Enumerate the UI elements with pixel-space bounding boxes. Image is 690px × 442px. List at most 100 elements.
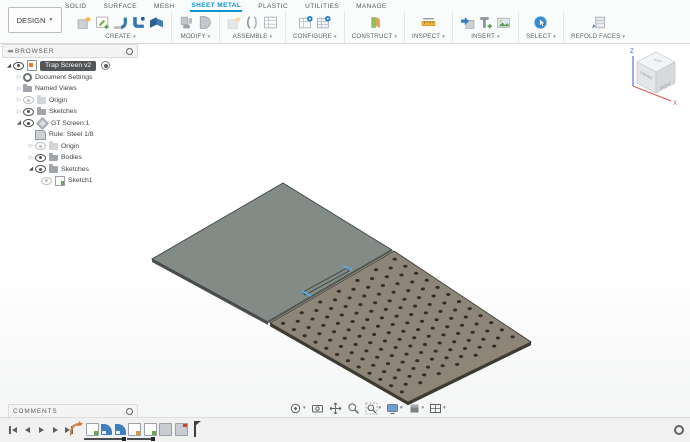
expand-icon[interactable]: ▷ — [27, 155, 35, 161]
create-dropdown[interactable]: CREATE — [105, 33, 136, 40]
chevron-down-icon: ▾ — [421, 405, 425, 411]
go-to-start-button[interactable] — [8, 424, 18, 435]
browser-gear-icon[interactable] — [126, 47, 133, 55]
expand-icon[interactable]: ◢ — [27, 166, 35, 172]
refold-faces-icon[interactable] — [591, 15, 606, 30]
bom-table-icon[interactable] — [263, 15, 278, 30]
construction-plane-icon[interactable] — [367, 15, 382, 30]
visibility-eye-icon[interactable] — [23, 107, 34, 116]
grid-settings-button[interactable]: ▾ — [406, 401, 427, 416]
design-workspace-menu[interactable]: DESIGN ▼ — [8, 7, 62, 33]
joint-icon[interactable] — [245, 15, 260, 30]
group-assemble: ASSEMBLE — [220, 12, 286, 43]
visibility-eye-icon[interactable] — [35, 142, 46, 151]
expand-icon[interactable]: ◢ — [15, 120, 23, 126]
tab-solid[interactable]: SOLID — [64, 1, 88, 11]
timeline-feature-sketch[interactable] — [128, 422, 141, 436]
timeline-feature-body[interactable] — [159, 422, 172, 436]
visibility-eye-icon[interactable] — [23, 119, 34, 128]
flange-icon[interactable] — [113, 15, 128, 30]
step-forward-button[interactable] — [50, 424, 60, 435]
tab-mesh[interactable]: MESH — [153, 1, 175, 11]
form-tool-icon[interactable] — [179, 15, 194, 30]
zoom-button[interactable] — [345, 401, 362, 416]
refold-faces-dropdown[interactable]: REFOLD FACES — [571, 33, 625, 40]
tree-item-sketch1[interactable]: Sketch1 — [2, 175, 138, 187]
insert-derive-icon[interactable] — [460, 15, 475, 30]
tree-item-sketches[interactable]: ▷ Sketches — [2, 106, 138, 118]
tree-item-gt-screen[interactable]: ◢ GT Screen:1 — [2, 117, 138, 130]
select-dropdown[interactable]: SELECT — [526, 33, 556, 40]
comments-gear-icon[interactable] — [126, 407, 133, 415]
tree-item-bodies[interactable]: ▷ Bodies — [2, 152, 138, 164]
timeline-feature-sketch[interactable] — [85, 422, 99, 436]
timeline-feature-cut[interactable] — [174, 422, 188, 436]
insert-dropdown[interactable]: INSERT — [471, 33, 500, 40]
tree-item-sheet-metal-rule[interactable]: Rule: Steel 1/8 — [2, 129, 138, 141]
tree-item-origin-child[interactable]: ▷ Origin — [2, 141, 138, 153]
tab-surface[interactable]: SURFACE — [103, 1, 139, 11]
tab-plastic[interactable]: PLASTIC — [257, 1, 289, 11]
assemble-dropdown[interactable]: ASSEMBLE — [233, 33, 273, 40]
insert-image-icon[interactable] — [496, 15, 511, 30]
tree-item-named-views[interactable]: ▷ Named Views — [2, 83, 138, 95]
tree-item-origin[interactable]: ▷ Origin — [2, 95, 138, 107]
gear-icon — [23, 72, 32, 82]
tree-item-sketches-child[interactable]: ◢ Sketches — [2, 164, 138, 176]
visibility-eye-icon[interactable] — [41, 176, 52, 185]
unfold-icon[interactable] — [197, 15, 212, 30]
viewports-button[interactable]: ▾ — [427, 401, 448, 416]
fit-button[interactable]: ▾ — [363, 401, 384, 416]
expand-icon[interactable]: ▷ — [15, 109, 23, 115]
display-settings-button[interactable]: ▾ — [384, 401, 405, 416]
tree-item-document-settings[interactable]: ▷ Document Settings — [2, 72, 138, 84]
configuration-insert-icon[interactable] — [316, 15, 331, 30]
create-sketch-icon[interactable] — [95, 15, 110, 30]
comments-header[interactable]: COMMENTS — [8, 404, 138, 418]
timeline-feature-flange[interactable] — [114, 423, 126, 435]
timeline-feature-sketch[interactable] — [143, 422, 157, 436]
expand-icon[interactable]: ▷ — [27, 143, 35, 149]
activate-component-radio[interactable] — [101, 61, 111, 71]
timeline-feature-flange[interactable] — [101, 423, 112, 435]
bend-icon[interactable] — [149, 15, 164, 30]
play-button[interactable] — [36, 424, 46, 435]
view-cube[interactable]: Z X TOP FRONT RIGHT — [624, 44, 688, 110]
inspect-dropdown[interactable]: INSPECT — [412, 33, 445, 40]
expand-icon[interactable]: ◢ — [5, 63, 13, 69]
look-at-button[interactable] — [309, 401, 326, 416]
configure-dropdown[interactable]: CONFIGURE — [293, 33, 337, 40]
expand-icon[interactable]: ▷ — [15, 74, 23, 80]
timeline-position-marker[interactable] — [194, 421, 201, 437]
expand-icon[interactable]: ▷ — [15, 86, 23, 92]
folder-icon — [23, 83, 32, 92]
orbit-button[interactable]: ▾ — [287, 401, 308, 416]
visibility-eye-icon[interactable] — [13, 61, 24, 70]
tab-sheet-metal[interactable]: SHEET METAL — [190, 0, 243, 12]
tree-item-root-component[interactable]: ◢ Trap Screen v2 — [2, 60, 138, 72]
visibility-eye-icon[interactable] — [23, 96, 34, 105]
new-component-icon[interactable] — [77, 15, 92, 30]
settings-gear-icon[interactable] — [674, 425, 684, 435]
timeline-feature-derive[interactable] — [70, 422, 83, 436]
new-component-ghost-icon[interactable] — [227, 15, 242, 30]
collapse-panel-icon[interactable]: ◂◂ — [7, 47, 13, 55]
tab-utilities[interactable]: UTILITIES — [304, 1, 340, 11]
timeline-group-bar[interactable] — [84, 437, 126, 440]
pan-button[interactable] — [327, 401, 344, 416]
tab-manage[interactable]: MANAGE — [355, 1, 388, 11]
expand-icon[interactable]: ▷ — [15, 97, 23, 103]
step-back-button[interactable] — [22, 424, 32, 435]
visibility-eye-icon[interactable] — [35, 165, 46, 174]
construct-dropdown[interactable]: CONSTRUCT — [352, 33, 397, 40]
configuration-table-icon[interactable] — [298, 15, 313, 30]
measure-icon[interactable] — [421, 15, 436, 30]
timeline-group-bar[interactable] — [127, 437, 155, 440]
tree-item-label: Trap Screen v2 — [40, 61, 97, 71]
select-cursor-icon[interactable] — [533, 15, 548, 30]
visibility-eye-icon[interactable] — [35, 153, 46, 162]
flange-full-icon[interactable] — [131, 15, 146, 30]
insert-text-icon[interactable] — [478, 15, 493, 30]
modify-dropdown[interactable]: MODIFY — [181, 33, 211, 40]
browser-header[interactable]: ◂◂ BROWSER — [2, 44, 138, 58]
